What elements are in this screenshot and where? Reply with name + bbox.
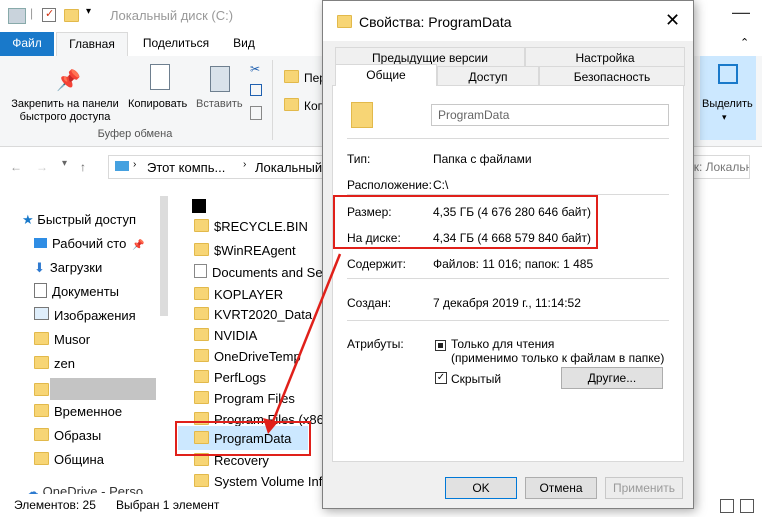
arrow-line <box>270 253 342 425</box>
arrow-head <box>263 418 278 434</box>
tab-general[interactable]: Общие <box>335 64 437 86</box>
